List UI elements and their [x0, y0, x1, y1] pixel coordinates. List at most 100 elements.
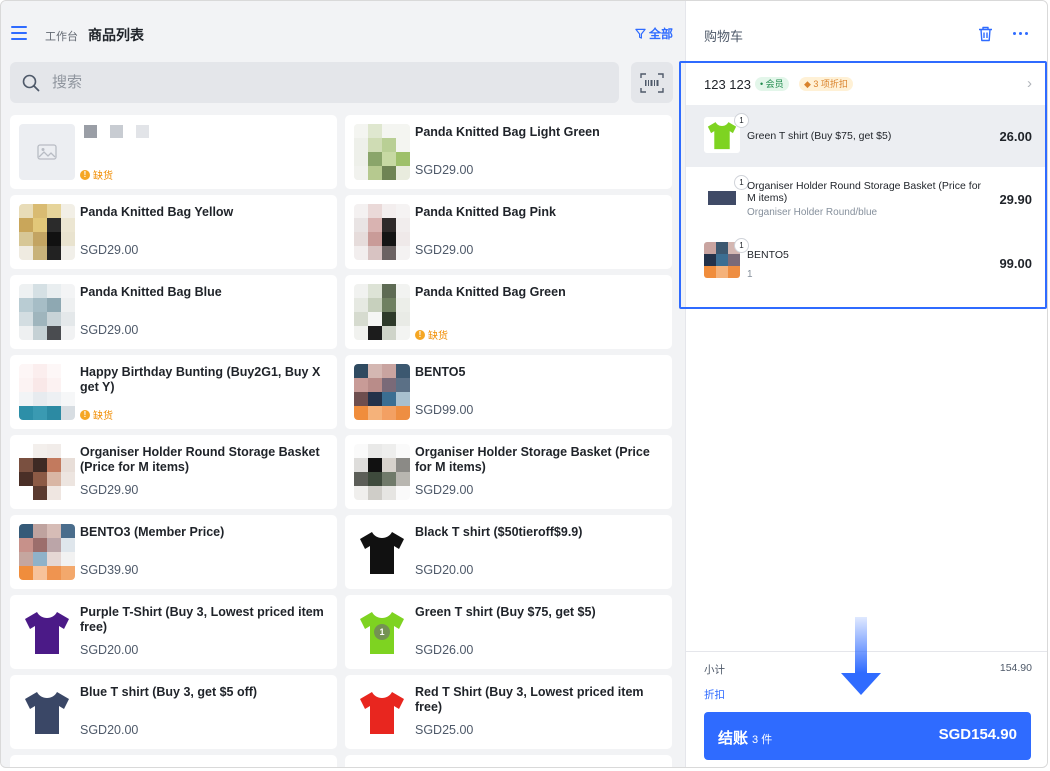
product-image	[19, 604, 75, 660]
item-name: Organiser Holder Round Storage Basket (P…	[747, 180, 982, 204]
product-name: Panda Knitted Bag Pink	[415, 205, 556, 219]
product-image	[19, 284, 75, 340]
product-card[interactable]: Panda Knitted Bag Yellow SGD29.00	[10, 195, 337, 269]
product-card[interactable]	[10, 755, 337, 767]
product-price: SGD99.00	[415, 403, 474, 417]
product-card[interactable]: Purple T-Shirt (Buy 3, Lowest priced ite…	[10, 595, 337, 669]
product-card[interactable]: BENTO5 SGD99.00	[345, 355, 672, 429]
tshirt-blue-icon	[25, 692, 69, 734]
product-name: Red T Shirt (Buy 3, Lowest priced item f…	[415, 685, 644, 714]
barcode-scan-button[interactable]	[631, 62, 673, 103]
product-card[interactable]: Panda Knitted Bag Green ! 缺货	[345, 275, 672, 349]
product-card[interactable]	[345, 755, 672, 767]
product-card[interactable]: Happy Birthday Bunting (Buy2G1, Buy X ge…	[10, 355, 337, 429]
product-card[interactable]: BENTO3 (Member Price) SGD39.90	[10, 515, 337, 589]
out-of-stock-badge: ! 缺货	[80, 407, 113, 422]
product-image	[354, 524, 410, 580]
product-card[interactable]: Black T shirt ($50tieroff$9.9) SGD20.00	[345, 515, 672, 589]
item-price: 26.00	[999, 129, 1032, 144]
breadcrumb[interactable]: 工作台	[45, 28, 78, 44]
member-tag: • 会员	[755, 77, 789, 91]
cart-line-item[interactable]: 1 Organiser Holder Round Storage Basket …	[686, 167, 1046, 229]
product-image	[19, 684, 75, 740]
product-price: SGD29.00	[80, 243, 139, 257]
item-variant: Organiser Holder Round/blue	[747, 207, 878, 218]
product-name: Panda Knitted Bag Green	[415, 285, 566, 299]
more-horizontal-icon[interactable]	[1013, 32, 1028, 35]
product-card[interactable]: Red T Shirt (Buy 3, Lowest priced item f…	[345, 675, 672, 749]
product-name: Panda Knitted Bag Yellow	[80, 205, 234, 219]
cart-line-item[interactable]: 1 Green T shirt (Buy $75, get $5) 26.00	[686, 105, 1046, 167]
product-price: SGD20.00	[80, 723, 139, 737]
product-card[interactable]: Panda Knitted Bag Blue SGD29.00	[10, 275, 337, 349]
out-of-stock-badge: ! 缺货	[415, 327, 448, 342]
product-card[interactable]: Panda Knitted Bag Pink SGD29.00	[345, 195, 672, 269]
product-name: Purple T-Shirt (Buy 3, Lowest priced ite…	[80, 605, 324, 634]
item-name: BENTO5	[747, 249, 789, 261]
product-price: SGD29.00	[415, 483, 474, 497]
product-name: Blue T shirt (Buy 3, get $5 off)	[80, 685, 258, 699]
product-name: Happy Birthday Bunting (Buy2G1, Buy X ge…	[80, 365, 321, 394]
trash-icon	[979, 26, 992, 42]
hamburger-icon[interactable]	[11, 26, 27, 40]
checkout-count: 3 件	[752, 734, 773, 746]
product-price: SGD29.00	[415, 163, 474, 177]
product-image	[354, 124, 410, 180]
clear-cart-button[interactable]	[978, 26, 993, 47]
product-card[interactable]: 1 Green T shirt (Buy $75, get $5) SGD26.…	[345, 595, 672, 669]
out-of-stock-badge: ! 缺货	[80, 167, 113, 182]
subtotal-value: 154.90	[999, 662, 1032, 674]
top-bar: 工作台 商品列表 全部	[1, 1, 685, 57]
filter-label: 全部	[648, 27, 673, 41]
product-panel: 工作台 商品列表 全部 搜索 ! 缺货 Panda Knitted Bag Li…	[1, 1, 685, 767]
app-window: 工作台 商品列表 全部 搜索 ! 缺货 Panda Knitted Bag Li…	[0, 0, 1048, 768]
product-card[interactable]: Panda Knitted Bag Light Green SGD29.00	[345, 115, 672, 189]
discount-tag: ◆ 3 项折扣	[799, 77, 853, 91]
product-name: Black T shirt ($50tieroff$9.9)	[415, 525, 583, 539]
checkout-label: 结账 3 件	[718, 730, 773, 747]
product-name: Organiser Holder Storage Basket (Price f…	[415, 445, 650, 474]
item-variant: 1	[747, 269, 753, 280]
product-name: Panda Knitted Bag Light Green	[415, 125, 600, 139]
product-image	[354, 684, 410, 740]
image-placeholder-icon	[19, 124, 75, 180]
cart-title: 购物车	[704, 29, 744, 44]
product-price: SGD25.00	[415, 723, 474, 737]
checkout-total: SGD154.90	[938, 726, 1017, 743]
item-price: 29.90	[999, 192, 1032, 207]
discount-link[interactable]: 折扣	[704, 687, 725, 702]
product-name: Panda Knitted Bag Blue	[80, 285, 222, 299]
item-qty-badge: 1	[734, 113, 749, 128]
product-card[interactable]: ! 缺货	[10, 115, 337, 189]
barcode-scan-icon	[640, 72, 664, 93]
product-card[interactable]: Organiser Holder Round Storage Basket (P…	[10, 435, 337, 509]
cart-line-item[interactable]: 1 BENTO5 1 99.00	[686, 229, 1046, 297]
item-name: Green T shirt (Buy $75, get $5)	[747, 130, 892, 142]
search-input[interactable]	[50, 73, 594, 92]
search-bar[interactable]	[10, 62, 619, 103]
product-name: Organiser Holder Round Storage Basket (P…	[80, 445, 320, 474]
product-image	[354, 284, 410, 340]
product-image	[19, 364, 75, 420]
product-price: SGD20.00	[80, 643, 139, 657]
tshirt-black-icon	[360, 532, 404, 574]
product-image	[354, 444, 410, 500]
arrow-down-icon	[841, 617, 881, 695]
product-card[interactable]: Organiser Holder Storage Basket (Price f…	[345, 435, 672, 509]
filter-button[interactable]: 全部	[635, 25, 673, 42]
product-card[interactable]: Blue T shirt (Buy 3, get $5 off) SGD20.0…	[10, 675, 337, 749]
product-image	[19, 204, 75, 260]
checkout-button[interactable]: 结账 3 件 SGD154.90	[704, 712, 1031, 760]
tshirt-purple-icon	[25, 612, 69, 654]
product-price: SGD20.00	[415, 563, 474, 577]
customer-name: 123 123	[704, 77, 751, 92]
chevron-right-icon[interactable]: ›	[1027, 75, 1032, 92]
redacted-name	[84, 125, 150, 138]
subtotal-label: 小计	[704, 664, 725, 676]
customer-row[interactable]: 123 123 • 会员 ◆ 3 项折扣 ›	[686, 63, 1047, 103]
item-price: 99.00	[999, 256, 1032, 271]
tshirt-red-icon	[360, 692, 404, 734]
product-image	[19, 524, 75, 580]
page-title: 商品列表	[88, 27, 144, 43]
product-name: BENTO3 (Member Price)	[80, 525, 225, 539]
